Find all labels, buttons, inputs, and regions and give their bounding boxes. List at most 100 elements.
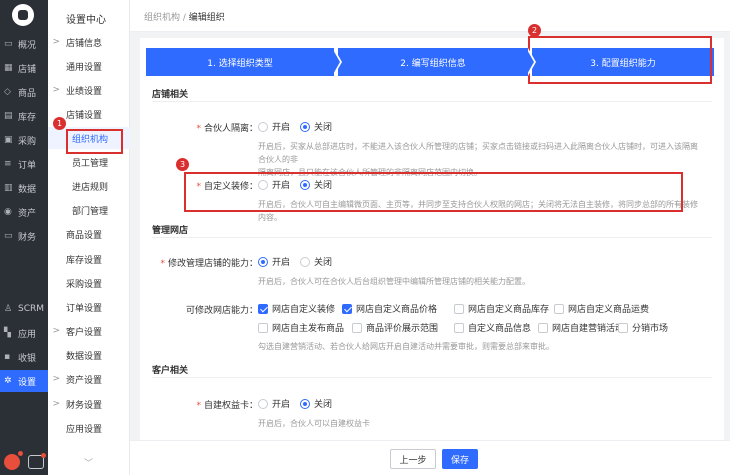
store-icon: ▦ [4, 63, 13, 73]
sub-nav-item[interactable]: 商品设置 [48, 223, 130, 245]
capability-checkbox[interactable]: 网店自主发布商品 [258, 321, 344, 334]
manage-help: 开启后，合伙人可在合伙人后台组织管理中编辑所管理店铺的相关能力配置。 [258, 277, 530, 286]
rail-bottom-tools [0, 449, 48, 475]
isolation-on-radio[interactable]: 开启 [258, 120, 290, 133]
rail-item-store[interactable]: ▦ 店铺 [0, 57, 48, 79]
primary-nav-rail: ▭ 概况 ▦ 店铺 ◇ 商品 ▤ 库存 ▣ 采购 ≡ 订单 ▥ 数据 ◉ 资产 ▭ 财务 ♙ SCRM ▚ 应用 ▪ 收银 ✲ 设… [0, 0, 48, 475]
apps-icon: ▚ [4, 328, 11, 338]
sub-nav-item[interactable]: 进店规则 [48, 175, 130, 197]
isolation-off-radio[interactable]: 关闭 [300, 120, 332, 133]
capability-checkbox[interactable]: 商品评价展示范围 [352, 321, 438, 334]
sub-nav-item[interactable]: 员工管理 [48, 151, 130, 173]
section-title-customer: 客户相关 [152, 366, 189, 376]
capability-checkbox[interactable]: 自定义商品信息 [454, 321, 531, 334]
main-panel: 1. 选择组织类型 2. 编写组织信息 3. 配置组织能力 店铺相关 * 合伙人隔… [140, 38, 724, 475]
message-dot [41, 453, 46, 458]
modifiable-label: 可修改网店能力： [185, 306, 258, 316]
sub-nav-item-label: 员工管理 [72, 158, 109, 169]
sub-nav-item-label: 店铺信息 [66, 38, 103, 49]
rail-item-cashier[interactable]: ▪ 收银 [0, 346, 48, 368]
purchase-icon: ▣ [4, 135, 13, 145]
notification-icon[interactable] [4, 451, 23, 470]
checked-box-icon [342, 303, 352, 314]
sub-nav-item[interactable]: > 资产设置 [48, 368, 130, 390]
step-2[interactable]: 2. 编写组织信息 [338, 48, 536, 76]
sub-nav-item-label: 客户设置 [66, 327, 103, 338]
rail-item-purchase[interactable]: ▣ 采购 [0, 129, 48, 151]
manage-label: * 修改管理店铺的能力： [160, 259, 258, 269]
capability-checkbox[interactable]: 分销市场 [618, 321, 668, 334]
rail-item-label: 订单 [18, 160, 37, 171]
rail-item-label: 财务 [18, 232, 37, 243]
manage-on-radio[interactable]: 开启 [258, 255, 290, 268]
sub-nav-item[interactable]: 部门管理 [48, 199, 130, 221]
capability-checkbox[interactable]: 网店自定义商品运费 [554, 302, 649, 315]
rail-item-order[interactable]: ≡ 订单 [0, 153, 48, 175]
capability-label: 网店自建营销活动 [552, 324, 625, 334]
manage-off-radio[interactable]: 关闭 [300, 255, 332, 268]
sub-nav-item[interactable]: 库存设置 [48, 248, 130, 270]
breadcrumb-parent[interactable]: 组织机构 [144, 13, 180, 23]
section-title-store: 店铺相关 [152, 90, 189, 100]
unchecked-box-icon [454, 303, 464, 314]
rail-item-label: 资产 [18, 208, 37, 219]
app-logo[interactable] [12, 4, 34, 26]
rail-item-label: 收银 [18, 353, 37, 364]
sub-nav-item-label: 进店规则 [72, 182, 109, 193]
sub-nav-item[interactable]: 采购设置 [48, 272, 130, 294]
capability-label: 网店自定义商品库存 [468, 305, 550, 315]
message-icon[interactable] [28, 453, 46, 469]
rail-item-data[interactable]: ▥ 数据 [0, 177, 48, 199]
sub-nav-item[interactable]: 应用设置 [48, 417, 130, 439]
sub-nav-item[interactable]: 数据设置 [48, 344, 130, 366]
sub-nav-item[interactable]: > 业绩设置 [48, 79, 130, 101]
scrm-icon: ♙ [4, 304, 13, 314]
rights-on-radio[interactable]: 开启 [258, 397, 290, 410]
warehouse-icon: ▤ [4, 111, 13, 121]
asset-icon: ◉ [4, 207, 12, 217]
sub-nav-item-label: 部门管理 [72, 206, 109, 217]
rail-item-asset[interactable]: ◉ 资产 [0, 201, 48, 223]
annotation-badge-2: 2 [528, 24, 541, 37]
modifiable-help: 勾选自建营销活动、若合伙人给网店开启自建活动并需要审批，则需要总部来审批。 [258, 342, 554, 351]
rail-item-overview[interactable]: ▭ 概况 [0, 33, 48, 55]
data-icon: ▥ [4, 183, 13, 193]
rail-item-warehouse[interactable]: ▤ 库存 [0, 105, 48, 127]
sub-nav-item-label: 通用设置 [66, 62, 103, 73]
sub-nav-item[interactable]: 订单设置 [48, 296, 130, 318]
rail-item-label: 设置 [18, 377, 37, 388]
sub-nav-item[interactable]: > 客户设置 [48, 320, 130, 342]
step-1[interactable]: 1. 选择组织类型 [146, 48, 342, 76]
rail-item-label: 应用 [18, 329, 37, 340]
rights-label: * 自建权益卡： [196, 401, 258, 411]
capability-checkbox[interactable]: 网店自定义商品价格 [342, 302, 437, 315]
rail-item-finance[interactable]: ▭ 财务 [0, 225, 48, 247]
rights-help: 开启后，合伙人可以自建权益卡 [258, 419, 370, 428]
chevron-down-icon[interactable]: ﹀ [84, 456, 93, 469]
save-button[interactable]: 保存 [442, 449, 478, 469]
order-icon: ≡ [4, 159, 12, 169]
rail-item-label: 商品 [18, 88, 37, 99]
finance-icon: ▭ [4, 231, 13, 241]
sub-nav-item-label: 业绩设置 [66, 86, 103, 97]
sub-nav-item[interactable]: > 店铺信息 [48, 31, 130, 53]
rail-item-tag[interactable]: ◇ 商品 [0, 81, 48, 103]
rights-off-radio[interactable]: 关闭 [300, 397, 332, 410]
rail-item-settings[interactable]: ✲ 设置 [0, 370, 48, 392]
rail-item-apps[interactable]: ▚ 应用 [0, 322, 48, 344]
capability-checkbox[interactable]: 网店自定义商品库存 [454, 302, 549, 315]
capability-checkbox[interactable]: 网店自建营销活动 [538, 321, 624, 334]
sub-nav-item[interactable]: > 财务设置 [48, 393, 130, 415]
breadcrumb-separator: / [180, 13, 189, 23]
prev-step-button[interactable]: 上一步 [390, 449, 436, 469]
sub-nav-item-label: 应用设置 [66, 424, 103, 435]
breadcrumb-current: 编辑组织 [188, 13, 225, 23]
sub-nav-item[interactable]: 通用设置 [48, 55, 130, 77]
annotation-box-3 [184, 172, 683, 212]
breadcrumb: 组织机构 / 编辑组织 [144, 10, 225, 23]
unchecked-box-icon [258, 322, 268, 333]
rail-item-scrm[interactable]: ♙ SCRM [0, 298, 48, 320]
rail-item-label: 库存 [18, 112, 37, 123]
settings-icon: ✲ [4, 376, 12, 386]
capability-checkbox[interactable]: 网店自定义装修 [258, 302, 335, 315]
